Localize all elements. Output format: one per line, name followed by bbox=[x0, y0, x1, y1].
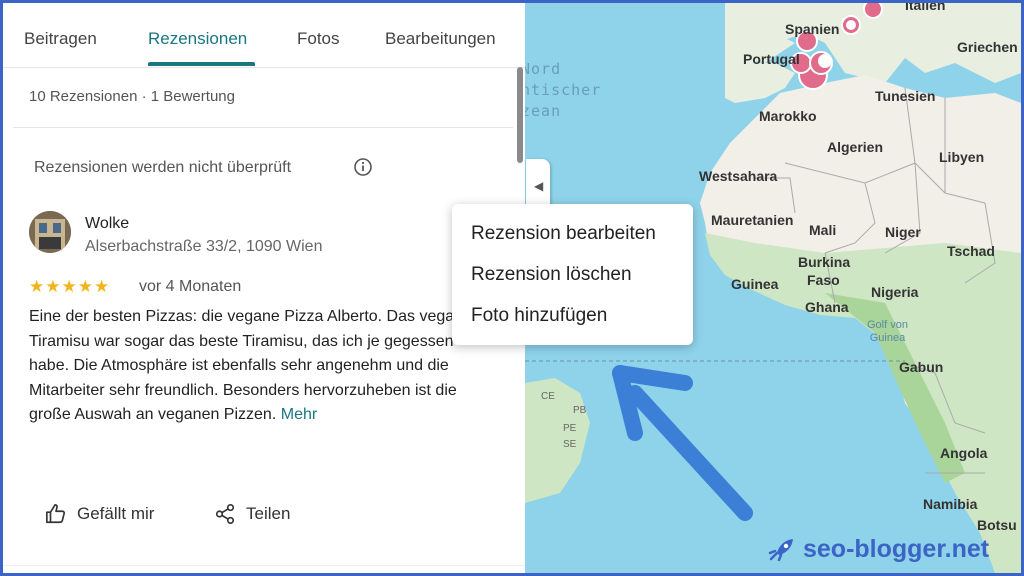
divider bbox=[13, 127, 513, 128]
scrollbar[interactable] bbox=[517, 67, 523, 163]
country-label: Spanien bbox=[785, 21, 840, 37]
thumbs-up-icon bbox=[46, 504, 66, 524]
country-label: Tunesien bbox=[875, 88, 936, 104]
state-label: SE bbox=[563, 439, 577, 450]
ocean-label: Nord ntischer zean bbox=[525, 60, 602, 120]
state-label: CE bbox=[541, 391, 555, 402]
chevron-left-icon: ◀ bbox=[534, 179, 544, 193]
share-button[interactable]: Teilen bbox=[214, 503, 290, 525]
rocket-icon bbox=[768, 538, 793, 561]
country-label: Niger bbox=[885, 224, 921, 240]
country-label: Burkina bbox=[798, 254, 851, 270]
country-label: Griechen bbox=[957, 39, 1018, 55]
country-label: Faso bbox=[807, 272, 840, 288]
reviewer-address: Alserbachstraße 33/2, 1090 Wien bbox=[85, 238, 323, 255]
country-label: Nigeria bbox=[871, 284, 919, 300]
active-tab-indicator bbox=[148, 62, 255, 66]
country-label: Mali bbox=[809, 222, 837, 238]
review-body: Eine der besten Pizzas: die vegane Pizza… bbox=[29, 308, 472, 424]
country-label: Portugal bbox=[743, 51, 800, 67]
like-label: Gefällt mir bbox=[77, 504, 155, 523]
country-label: Marokko bbox=[759, 108, 817, 124]
watermark: seo-blogger.net bbox=[767, 535, 989, 564]
pointer-arrow bbox=[612, 365, 753, 521]
country-label: Angola bbox=[940, 445, 988, 461]
info-icon[interactable] bbox=[354, 158, 372, 176]
more-link[interactable]: Mehr bbox=[281, 406, 317, 423]
tab-beitragen[interactable]: Beitragen bbox=[24, 29, 97, 49]
review-text: Eine der besten Pizzas: die vegane Pizza… bbox=[29, 305, 497, 428]
country-label: Westsahara bbox=[699, 168, 778, 184]
tab-rezensionen[interactable]: Rezensionen bbox=[148, 29, 247, 49]
review-count: 10 Rezensionen · 1 Bewertung bbox=[29, 88, 235, 105]
country-label: Gabun bbox=[899, 359, 944, 375]
country-label: Libyen bbox=[939, 149, 985, 165]
avatar[interactable] bbox=[29, 211, 71, 253]
tab-bearbeitungen[interactable]: Bearbeitungen bbox=[385, 29, 496, 49]
country-label: Botsu bbox=[977, 517, 1017, 533]
context-menu: Rezension bearbeiten Rezension löschen F… bbox=[452, 204, 693, 345]
like-button[interactable]: Gefällt mir bbox=[45, 503, 154, 525]
gulf-label: Golf von Guinea bbox=[867, 319, 908, 344]
menu-item-edit-review[interactable]: Rezension bearbeiten bbox=[471, 223, 656, 245]
divider bbox=[3, 565, 525, 566]
country-label: Italien bbox=[905, 3, 946, 13]
country-label: Ghana bbox=[805, 299, 849, 315]
menu-item-delete-review[interactable]: Rezension löschen bbox=[471, 264, 632, 286]
screenshot-frame: Nord ntischer zean Italien Spanien Grieche… bbox=[0, 0, 1024, 576]
review-time: vor 4 Monaten bbox=[139, 278, 242, 295]
reviews-panel: Beitragen Rezensionen Fotos Bearbeitunge… bbox=[3, 3, 525, 573]
share-label: Teilen bbox=[246, 504, 291, 523]
review-notice: Rezensionen werden nicht überprüft bbox=[34, 159, 292, 176]
star-rating: ★★★★★ bbox=[29, 277, 111, 296]
tab-bar: Beitragen Rezensionen Fotos Bearbeitunge… bbox=[3, 3, 525, 68]
country-label: Tschad bbox=[947, 243, 995, 259]
tab-fade bbox=[495, 3, 525, 67]
share-icon bbox=[215, 504, 235, 524]
menu-item-add-photo[interactable]: Foto hinzufügen bbox=[471, 305, 607, 327]
state-label: PE bbox=[563, 423, 577, 434]
reviewer-name[interactable]: Wolke bbox=[85, 215, 129, 233]
country-label: Mauretanien bbox=[711, 212, 794, 228]
country-label: Algerien bbox=[827, 139, 884, 155]
brazil-land bbox=[525, 378, 590, 503]
watermark-text: seo-blogger.net bbox=[803, 535, 990, 563]
tab-fotos[interactable]: Fotos bbox=[297, 29, 340, 49]
country-label: Namibia bbox=[923, 496, 978, 512]
state-label: PB bbox=[573, 405, 587, 416]
country-label: Guinea bbox=[731, 276, 779, 292]
